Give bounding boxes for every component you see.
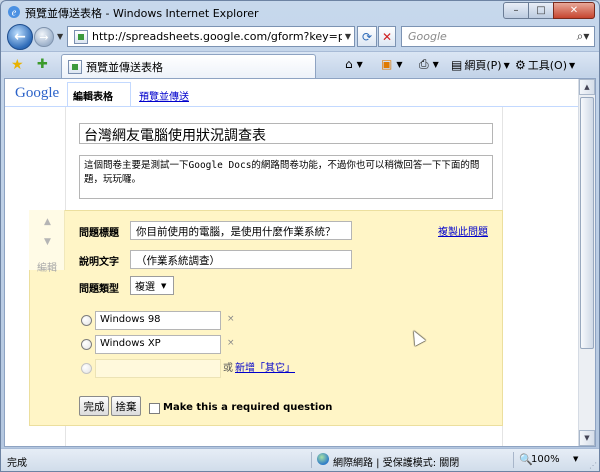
tab-edit-form[interactable]: 編輯表格 xyxy=(73,88,113,103)
status-divider xyxy=(513,452,514,468)
question-title-input[interactable]: 你目前使用的電腦，是使用什麼作業系統？ xyxy=(130,221,352,240)
zoom-level[interactable]: 100% xyxy=(531,454,560,465)
option-radio-new xyxy=(81,363,92,374)
status-bar: 完成 網際網路 | 受保護模式: 關閉 🔍 100% ▼ ⋰ xyxy=(1,448,599,471)
internet-zone-icon xyxy=(317,453,329,465)
tools-menu[interactable]: ⚙ 工具(O) ▼ xyxy=(515,57,575,73)
refresh-icon: ⟳ xyxy=(361,29,373,44)
history-dropdown-icon[interactable]: ▼ xyxy=(57,32,63,41)
zoom-dropdown-icon[interactable]: ▼ xyxy=(573,455,578,463)
home-button[interactable]: ⌂ ▼ xyxy=(345,57,363,71)
url-input[interactable]: http://spreadsheets.google.com/gform?key… xyxy=(92,30,342,43)
page-favicon-icon xyxy=(74,29,88,44)
new-option-input[interactable] xyxy=(95,359,221,378)
address-dropdown-icon[interactable]: ▼ xyxy=(342,32,354,41)
window-title: 預覽並傳送表格 - Windows Internet Explorer xyxy=(25,7,259,20)
favorites-star-icon[interactable]: ★ xyxy=(11,57,24,73)
vertical-scrollbar[interactable]: ▲ ▼ xyxy=(578,79,595,446)
browser-tab[interactable]: 預覽並傳送表格 xyxy=(61,54,316,78)
security-zone-text[interactable]: 網際網路 | 受保護模式: 關閉 xyxy=(333,454,459,469)
edit-label[interactable]: 編輯 xyxy=(37,259,57,274)
search-icon[interactable]: ⌕▾ xyxy=(572,29,594,44)
ie-logo-icon: e xyxy=(8,6,20,19)
forward-arrow-icon: → xyxy=(39,30,49,44)
home-icon: ⌂ xyxy=(345,57,353,71)
address-bar[interactable]: http://spreadsheets.google.com/gform?key… xyxy=(67,26,355,47)
required-checkbox[interactable] xyxy=(149,403,160,414)
back-button[interactable]: ← xyxy=(7,24,33,50)
back-arrow-icon: ← xyxy=(14,29,26,45)
forward-button[interactable]: → xyxy=(34,27,54,47)
stop-button[interactable]: ✕ xyxy=(378,26,396,47)
option-radio-1 xyxy=(81,315,92,326)
required-checkbox-label: Make this a required question xyxy=(163,402,333,413)
page-viewport: Google 編輯表格 預覽並傳送 台灣網友電腦使用狀況調查表 這個問卷主要是測… xyxy=(4,78,596,447)
search-box[interactable]: Google ⌕▾ xyxy=(401,26,595,47)
resize-grip-icon[interactable]: ⋰ xyxy=(589,461,597,470)
option-radio-2 xyxy=(81,339,92,350)
help-text-input[interactable]: （作業系統調查） xyxy=(130,250,352,269)
remove-option-1-icon[interactable]: × xyxy=(227,314,235,324)
remove-option-2-icon[interactable]: × xyxy=(227,338,235,348)
rss-icon: ▣ xyxy=(381,57,393,71)
close-button[interactable]: ✕ xyxy=(553,2,595,19)
tab-title: 預覽並傳送表格 xyxy=(86,60,163,74)
question-title-label: 問題標題 xyxy=(79,228,119,239)
add-other-link[interactable]: 新增「其它」 xyxy=(235,359,295,374)
status-divider xyxy=(311,452,312,468)
search-input[interactable]: Google xyxy=(402,30,572,43)
address-row: ← → ▼ http://spreadsheets.google.com/gfo… xyxy=(1,23,599,51)
or-text: 或 xyxy=(223,363,233,374)
stop-icon: ✕ xyxy=(381,29,393,44)
move-up-icon[interactable]: ▲ xyxy=(44,217,51,227)
form-description-input[interactable]: 這個問卷主要是測試一下Google Docs的網路問卷功能，不過你也可以稍微回答… xyxy=(79,155,493,199)
ie-window: e 預覽並傳送表格 - Windows Internet Explorer – … xyxy=(0,0,600,472)
page-icon: ▤ xyxy=(451,58,463,72)
discard-button[interactable]: 捨棄 xyxy=(111,396,141,416)
scroll-thumb[interactable] xyxy=(580,97,594,349)
feeds-button[interactable]: ▣ ▼ xyxy=(381,57,403,71)
svg-text:e: e xyxy=(12,8,17,19)
question-type-label: 問題類型 xyxy=(79,284,119,295)
option-input-2[interactable]: Windows XP xyxy=(95,335,221,354)
option-input-1[interactable]: Windows 98 xyxy=(95,311,221,330)
status-text: 完成 xyxy=(7,458,27,469)
refresh-button[interactable]: ⟳ xyxy=(357,26,377,47)
tab-favicon-icon xyxy=(68,59,82,74)
tab-preview-send[interactable]: 預覽並傳送 xyxy=(139,88,189,103)
chevron-down-icon: ▼ xyxy=(161,281,167,290)
move-down-icon[interactable]: ▼ xyxy=(44,237,51,247)
title-bar: e 預覽並傳送表格 - Windows Internet Explorer – … xyxy=(1,1,599,23)
printer-icon: ⎙ xyxy=(419,57,429,71)
page-menu[interactable]: ▤ 網頁(P) ▼ xyxy=(451,57,510,73)
print-button[interactable]: ⎙ ▼ xyxy=(419,57,439,72)
window-controls: – □ ✕ xyxy=(503,2,595,19)
tab-command-row: ★ ✚ 預覽並傳送表格 ⌂ ▼ ▣ ▼ ⎙ ▼ ▤ 網頁(P) ▼ ⚙ 工具(O) ▼ xyxy=(1,51,599,78)
gear-icon: ⚙ xyxy=(515,58,526,72)
add-favorites-icon[interactable]: ✚ xyxy=(37,57,48,72)
minimize-button[interactable]: – xyxy=(503,2,529,19)
scroll-down-icon[interactable]: ▼ xyxy=(579,430,595,446)
maximize-button[interactable]: □ xyxy=(528,2,554,19)
help-text-label: 說明文字 xyxy=(79,257,119,268)
question-type-value: 複選 xyxy=(135,282,155,293)
done-button[interactable]: 完成 xyxy=(79,396,109,416)
scroll-up-icon[interactable]: ▲ xyxy=(579,79,595,95)
form-title-input[interactable]: 台灣網友電腦使用狀況調查表 xyxy=(79,123,493,144)
question-type-select[interactable]: 複選 ▼ xyxy=(130,276,174,295)
google-logo: Google xyxy=(15,85,60,101)
copy-question-link[interactable]: 複製此問題 xyxy=(438,223,488,238)
